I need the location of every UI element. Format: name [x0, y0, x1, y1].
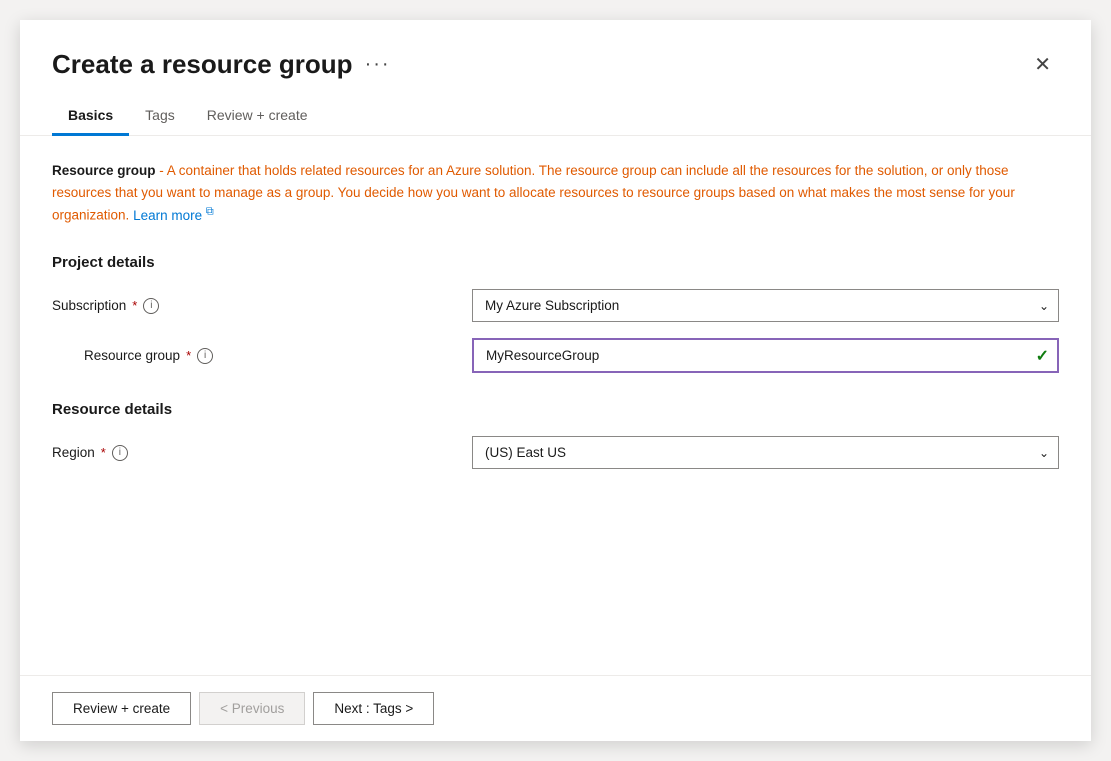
- subscription-label-area: Subscription * i: [52, 298, 472, 314]
- previous-label: < Previous: [220, 701, 284, 716]
- subscription-label: Subscription: [52, 298, 126, 313]
- tab-tags[interactable]: Tags: [129, 97, 191, 136]
- dialog-title-area: Create a resource group ···: [52, 49, 391, 80]
- region-select[interactable]: (US) East US (US) West US (Europe) West …: [472, 436, 1059, 469]
- resource-group-check-icon: ✓: [1036, 346, 1049, 366]
- region-select-wrapper: (US) East US (US) West US (Europe) West …: [472, 436, 1059, 469]
- project-details-title: Project details: [52, 254, 1059, 271]
- subscription-info-icon[interactable]: i: [143, 298, 159, 314]
- subscription-select-wrapper: My Azure Subscription ⌄: [472, 289, 1059, 322]
- description-bold: Resource group: [52, 163, 156, 178]
- learn-more-link[interactable]: Learn more ⧉: [133, 208, 214, 223]
- resource-group-row: Resource group * i ✓: [52, 338, 1059, 373]
- dialog-title: Create a resource group: [52, 49, 353, 80]
- dialog-header: Create a resource group ··· ✕: [20, 20, 1091, 97]
- dialog-menu-icon[interactable]: ···: [365, 53, 391, 76]
- resource-group-label-area: Resource group * i: [52, 348, 472, 364]
- resource-group-control: ✓: [472, 338, 1059, 373]
- subscription-control: My Azure Subscription ⌄: [472, 289, 1059, 322]
- next-button[interactable]: Next : Tags >: [313, 692, 434, 725]
- external-link-icon: ⧉: [206, 205, 214, 217]
- review-create-button[interactable]: Review + create: [52, 692, 191, 725]
- previous-button[interactable]: < Previous: [199, 692, 305, 725]
- project-details-section: Project details Subscription * i My Azur…: [52, 254, 1059, 373]
- dialog-body: Resource group - A container that holds …: [20, 136, 1091, 675]
- dialog-footer: Review + create < Previous Next : Tags >: [20, 675, 1091, 741]
- resource-group-required-star: *: [186, 348, 191, 363]
- resource-group-input-wrapper: ✓: [472, 338, 1059, 373]
- subscription-row: Subscription * i My Azure Subscription ⌄: [52, 289, 1059, 322]
- tabs-bar: Basics Tags Review + create: [20, 97, 1091, 136]
- review-create-label: Review + create: [73, 701, 170, 716]
- region-required-star: *: [101, 445, 106, 460]
- resource-group-input[interactable]: [472, 338, 1059, 373]
- region-label-area: Region * i: [52, 445, 472, 461]
- description-paragraph: Resource group - A container that holds …: [52, 160, 1059, 226]
- create-resource-group-dialog: Create a resource group ··· ✕ Basics Tag…: [20, 20, 1091, 741]
- learn-more-label: Learn more: [133, 208, 202, 223]
- next-label: Next : Tags >: [334, 701, 413, 716]
- region-row: Region * i (US) East US (US) West US (Eu…: [52, 436, 1059, 469]
- region-control: (US) East US (US) West US (Europe) West …: [472, 436, 1059, 469]
- tab-review-create[interactable]: Review + create: [191, 97, 324, 136]
- region-label: Region: [52, 445, 95, 460]
- close-icon: ✕: [1034, 52, 1051, 77]
- resource-details-section: Resource details Region * i (US) East US…: [52, 401, 1059, 469]
- region-info-icon[interactable]: i: [112, 445, 128, 461]
- tab-basics[interactable]: Basics: [52, 97, 129, 136]
- resource-details-title: Resource details: [52, 401, 1059, 418]
- resource-group-label: Resource group: [84, 348, 180, 363]
- subscription-required-star: *: [132, 298, 137, 313]
- resource-group-info-icon[interactable]: i: [197, 348, 213, 364]
- close-button[interactable]: ✕: [1026, 48, 1059, 81]
- subscription-select[interactable]: My Azure Subscription: [472, 289, 1059, 322]
